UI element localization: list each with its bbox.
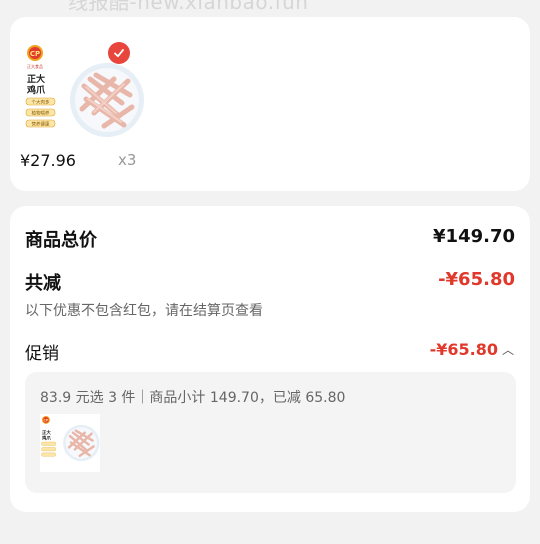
- svg-text:CP: CP: [30, 50, 40, 58]
- promotion-toggle[interactable]: -¥65.80 ︿: [430, 340, 514, 359]
- discount-value: -¥65.80: [438, 269, 515, 290]
- product-price: ¥27.96: [20, 151, 76, 170]
- svg-text:鸡爪: 鸡爪: [26, 84, 46, 96]
- brand-name: 正大食品: [27, 63, 43, 69]
- watermark: 线报酷-new.xianbao.fun: [68, 0, 309, 14]
- chevron-up-icon: ︿: [501, 343, 514, 357]
- product-quantity: x3: [118, 151, 137, 169]
- product-card: CP 正大食品 正大 鸡爪 个大肉多 植物喂养 营养健康 ¥27.96 x3: [10, 17, 530, 191]
- promotion-label: 促销: [25, 344, 59, 364]
- promotion-value: -¥65.80: [429, 340, 498, 359]
- promotion-product-thumb[interactable]: CP 正大 鸡爪: [40, 414, 100, 472]
- discount-note: 以下优惠不包含红包，请在结算页查看: [25, 303, 263, 319]
- pack-tag: 营养健康: [32, 121, 50, 128]
- price-summary-card: 商品总价 ¥149.70 共减 -¥65.80 以下优惠不包含红包，请在结算页查…: [10, 206, 530, 512]
- pack-tag: 植物喂养: [32, 110, 50, 117]
- check-icon: [114, 49, 124, 58]
- promotion-detail: 83.9 元选 3 件｜商品小计 149.70，已减 65.80: [40, 390, 346, 406]
- svg-text:正大: 正大: [42, 429, 51, 436]
- select-checkbox[interactable]: [108, 42, 130, 64]
- pack-tag: 个大肉多: [32, 99, 50, 106]
- discount-label: 共减: [25, 273, 61, 294]
- svg-text:正大: 正大: [27, 73, 45, 85]
- total-value: ¥149.70: [433, 226, 515, 247]
- total-label: 商品总价: [25, 230, 97, 251]
- svg-text:CP: CP: [43, 418, 49, 422]
